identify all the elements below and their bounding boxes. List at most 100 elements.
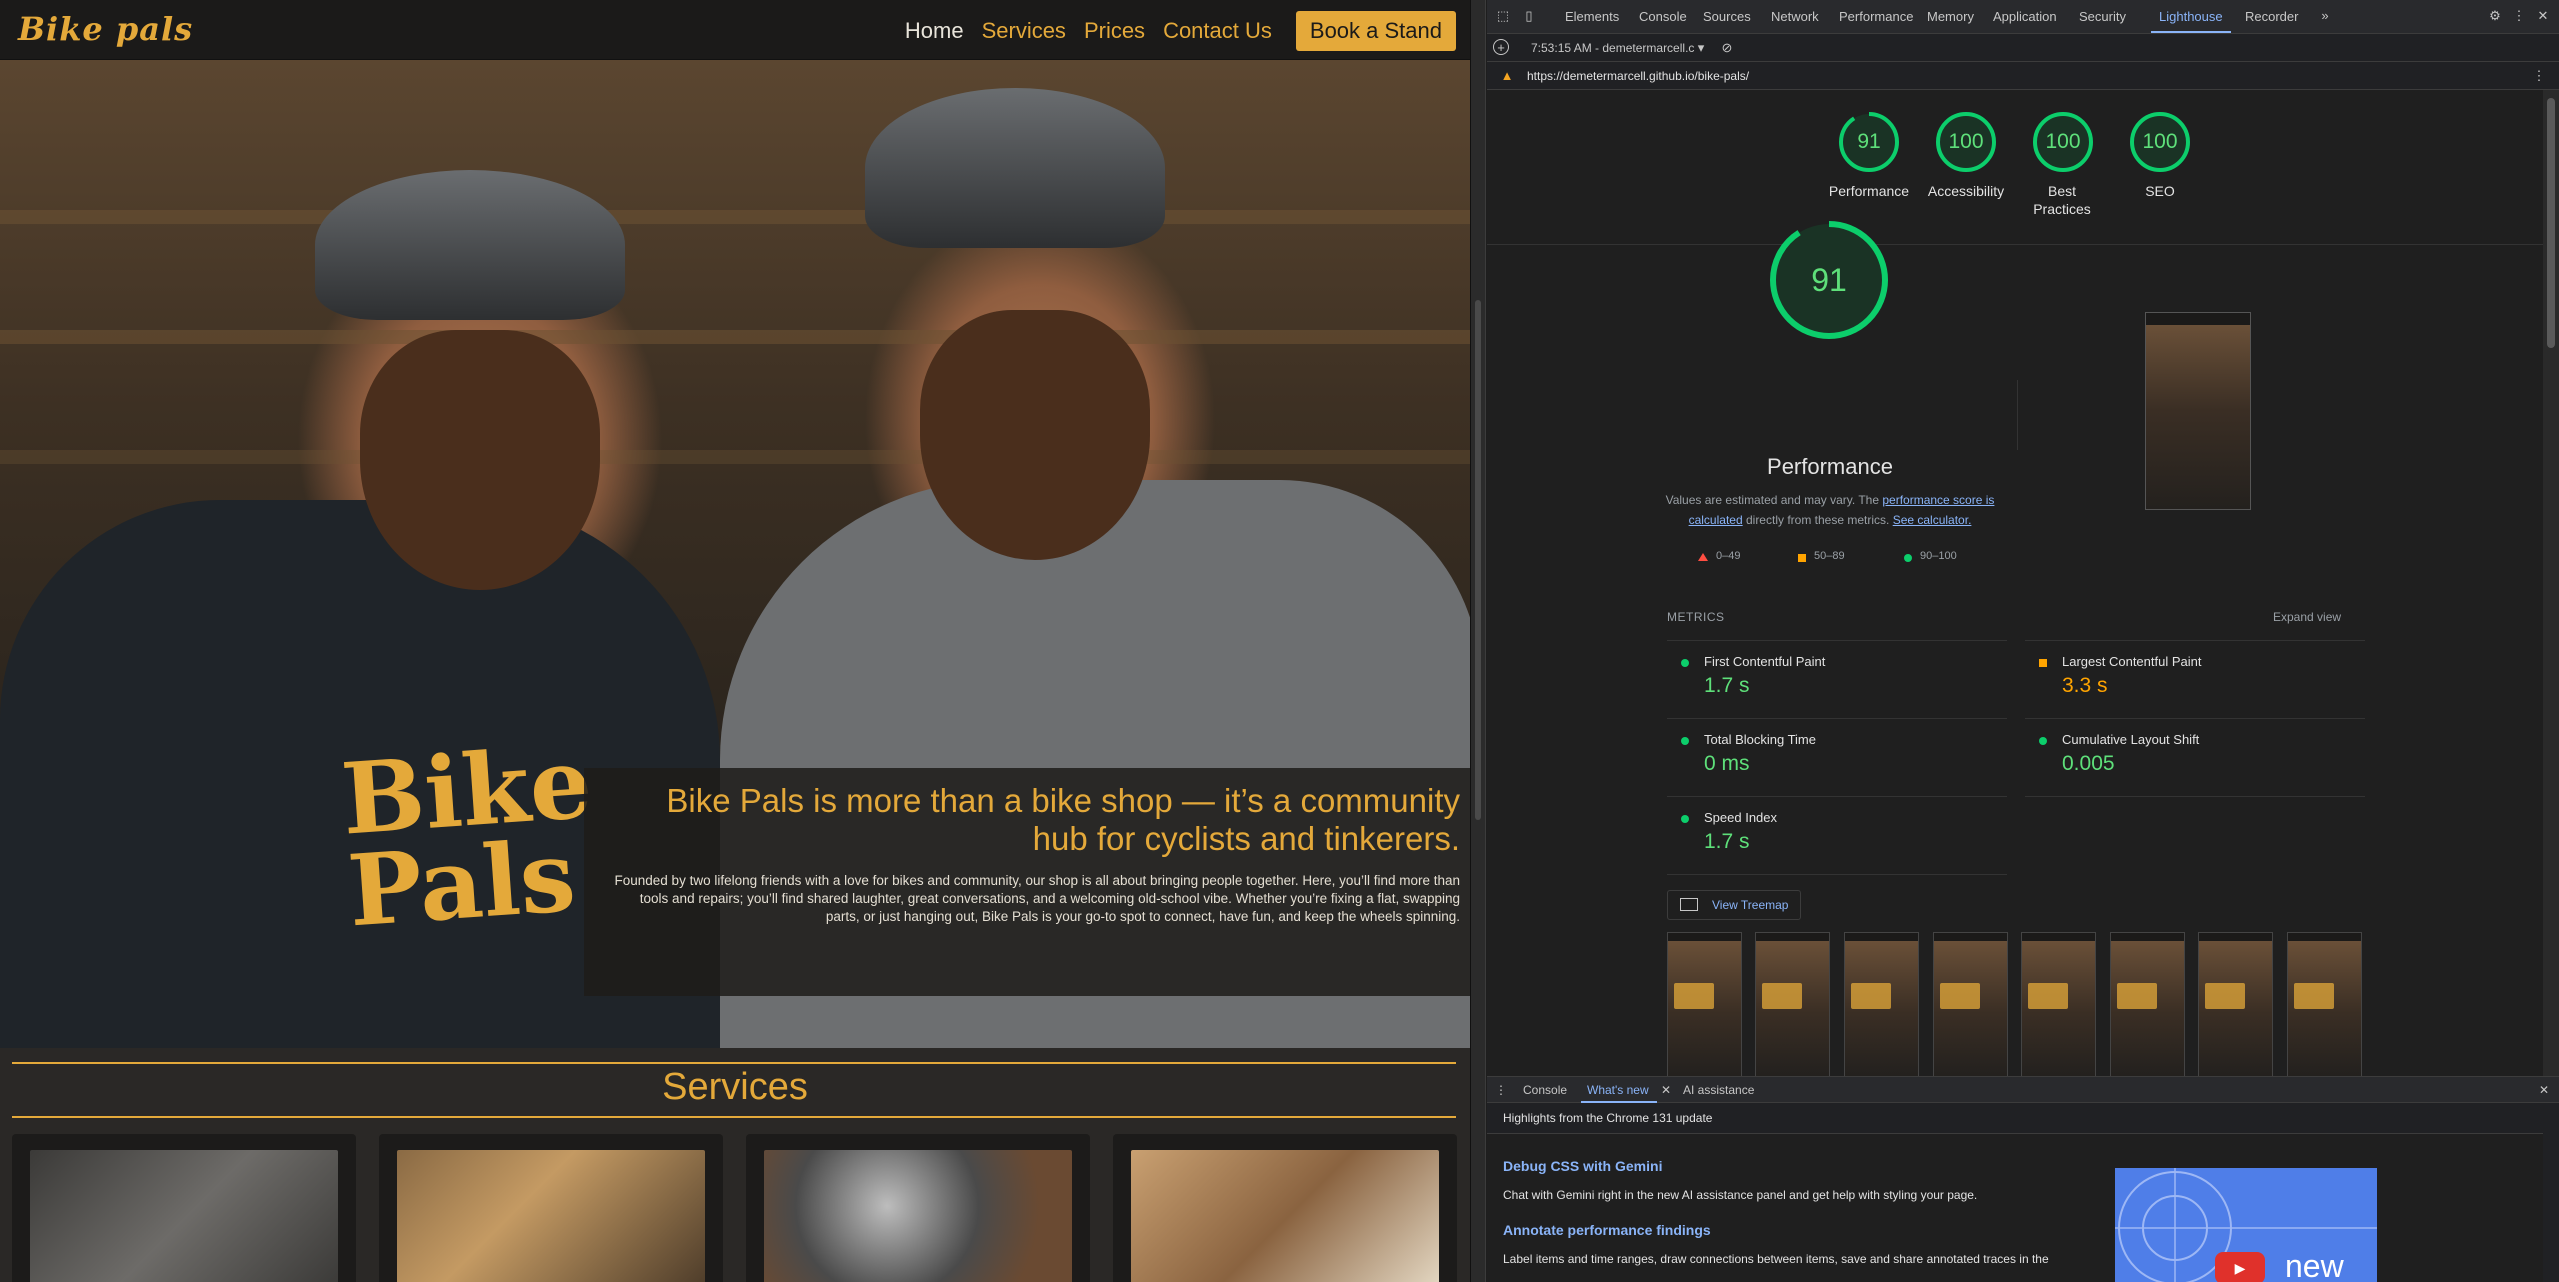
note-text: Values are estimated and may vary. The	[1665, 493, 1883, 507]
filmstrip-frame	[2110, 932, 2185, 1076]
youtube-play-icon[interactable]: ▶	[2215, 1252, 2265, 1282]
panel-resizer[interactable]	[1470, 0, 1486, 1282]
filmstrip-frame	[1844, 932, 1919, 1076]
tab-lighthouse[interactable]: Lighthouse	[2159, 9, 2223, 24]
service-card-image	[30, 1150, 338, 1282]
drawer-tab-console[interactable]: Console	[1523, 1083, 1567, 1097]
services-title: Services	[662, 1066, 808, 1108]
score-gauge-best-practices[interactable]: 100	[2031, 110, 2095, 174]
drawer-tab-ai-assistance[interactable]: AI assistance	[1683, 1083, 1754, 1097]
service-card[interactable]	[1113, 1134, 1457, 1282]
metric-label: First Contentful Paint	[1704, 654, 1826, 669]
more-options-icon[interactable]: ⋮	[2511, 8, 2527, 24]
book-a-stand-button[interactable]: Book a Stand	[1295, 11, 1456, 51]
report-url[interactable]: https://demetermarcell.github.io/bike-pa…	[1527, 69, 1749, 83]
metric-divider	[1667, 796, 2007, 797]
view-treemap-button[interactable]: View Treemap	[1667, 890, 1801, 920]
device-toolbar-icon[interactable]: ▯	[1521, 8, 1537, 24]
devtools-drawer: ⋮ Console What's new ✕ AI assistance ✕ H…	[1487, 1076, 2559, 1282]
metric-value: 0 ms	[1704, 752, 1750, 775]
close-drawer-icon[interactable]: ✕	[2539, 1083, 2549, 1097]
shirt-logo-line2: Pals	[344, 818, 579, 950]
whats-new-video-thumbnail[interactable]: ▶ new	[2115, 1168, 2377, 1282]
expand-view-toggle[interactable]: Expand view	[2273, 610, 2341, 624]
more-tabs-icon[interactable]: »	[2317, 8, 2333, 24]
shelf	[0, 330, 1470, 344]
filmstrip-frame	[2021, 932, 2096, 1076]
close-devtools-icon[interactable]: ✕	[2535, 8, 2551, 24]
service-card[interactable]	[12, 1134, 356, 1282]
drawer-tab-whats-new[interactable]: What's new	[1587, 1083, 1649, 1097]
score-gauge-seo[interactable]: 100	[2128, 110, 2192, 174]
report-menu-icon[interactable]: ⋮	[2531, 68, 2547, 84]
tab-elements[interactable]: Elements	[1565, 9, 1619, 24]
metric-label: Speed Index	[1704, 810, 1778, 825]
score-label: Best Practices	[2033, 183, 2091, 217]
score-label: Performance	[1828, 183, 1910, 199]
score-gauge-accessibility[interactable]: 100	[1934, 110, 1998, 174]
video-label: new	[2285, 1248, 2344, 1282]
nav-contact-link[interactable]: Contact Us	[1163, 18, 1272, 44]
performance-note: Values are estimated and may vary. The p…	[1655, 490, 2005, 530]
tab-sources[interactable]: Sources	[1703, 9, 1751, 24]
tab-performance[interactable]: Performance	[1839, 9, 1913, 24]
scrollbar-thumb[interactable]	[2547, 98, 2555, 348]
shelf	[0, 210, 1470, 224]
nav-services-link[interactable]: Services	[982, 18, 1066, 44]
whats-new-item-title[interactable]: Annotate performance findings	[1503, 1222, 1711, 1238]
score-gauge-performance[interactable]: 91	[1837, 110, 1901, 174]
service-card-image	[397, 1150, 705, 1282]
tab-application[interactable]: Application	[1993, 9, 2057, 24]
report-scrollbar[interactable]	[2543, 90, 2559, 1076]
tab-security[interactable]: Security	[2079, 9, 2126, 24]
left-person-helmet	[315, 170, 625, 320]
settings-gear-icon[interactable]: ⚙	[2487, 8, 2503, 24]
pass-circle-icon	[1681, 815, 1689, 823]
report-selector[interactable]: 7:53:15 AM - demetermarcell.c	[1531, 41, 1694, 55]
metric-label: Largest Contentful Paint	[2062, 654, 2202, 669]
average-square-icon	[1798, 554, 1806, 562]
nav-home-link[interactable]: Home	[905, 18, 964, 44]
pass-circle-icon	[1904, 554, 1912, 562]
nav-prices-link[interactable]: Prices	[1084, 18, 1145, 44]
hero-description: Founded by two lifelong friends with a l…	[614, 873, 1460, 924]
service-card[interactable]	[379, 1134, 723, 1282]
right-person-beard	[920, 310, 1150, 560]
metric-label: Total Blocking Time	[1704, 732, 1816, 747]
pass-circle-icon	[1681, 659, 1689, 667]
score-label: Accessibility	[1927, 183, 2005, 199]
performance-title: Performance	[1767, 454, 1893, 479]
legend-low: 0–49	[1716, 550, 1741, 562]
devtools-tab-bar: ⬚ ▯ Elements Console Sources Network Per…	[1487, 0, 2559, 34]
clear-reports-icon[interactable]: ⊘	[1719, 40, 1735, 56]
report-dropdown-icon[interactable]: ▾	[1693, 40, 1709, 56]
metric-value: 3.3 s	[2062, 674, 2108, 697]
tab-recorder[interactable]: Recorder	[2245, 9, 2298, 24]
whats-new-item-text: Label items and time ranges, draw connec…	[1503, 1252, 2049, 1266]
metric-label: Cumulative Layout Shift	[2062, 732, 2200, 747]
view-treemap-label: View Treemap	[1712, 898, 1789, 912]
service-card[interactable]	[746, 1134, 1090, 1282]
right-person-helmet	[865, 88, 1165, 248]
tab-memory[interactable]: Memory	[1927, 9, 1974, 24]
drawer-menu-icon[interactable]: ⋮	[1495, 1083, 1507, 1097]
new-report-plus-icon[interactable]: +	[1493, 39, 1509, 55]
whats-new-item-title[interactable]: Debug CSS with Gemini	[1503, 1158, 1662, 1174]
services-section: Services	[0, 1048, 1470, 1282]
close-tab-icon[interactable]: ✕	[1661, 1083, 1671, 1097]
inspect-element-icon[interactable]: ⬚	[1495, 8, 1511, 24]
resizer-grip[interactable]	[1475, 300, 1481, 820]
see-calculator-link[interactable]: See calculator.	[1893, 513, 1972, 527]
tab-network[interactable]: Network	[1771, 9, 1819, 24]
pass-circle-icon	[2039, 737, 2047, 745]
fail-triangle-icon	[1698, 553, 1708, 561]
tab-console[interactable]: Console	[1639, 9, 1687, 24]
score-value: 100	[1948, 130, 1984, 153]
site-logo[interactable]: Bike pals	[18, 10, 193, 48]
service-card-image	[764, 1150, 1072, 1282]
nav-links: Home Services Prices Contact Us Book a S…	[905, 11, 1456, 51]
treemap-icon	[1680, 898, 1698, 911]
lighthouse-report: 91 Performance 100 Accessibility 100 Bes…	[1487, 90, 2543, 1076]
drawer-tab-bar: ⋮ Console What's new ✕ AI assistance ✕	[1487, 1077, 2559, 1103]
final-screenshot-thumbnail[interactable]	[2145, 312, 2251, 510]
